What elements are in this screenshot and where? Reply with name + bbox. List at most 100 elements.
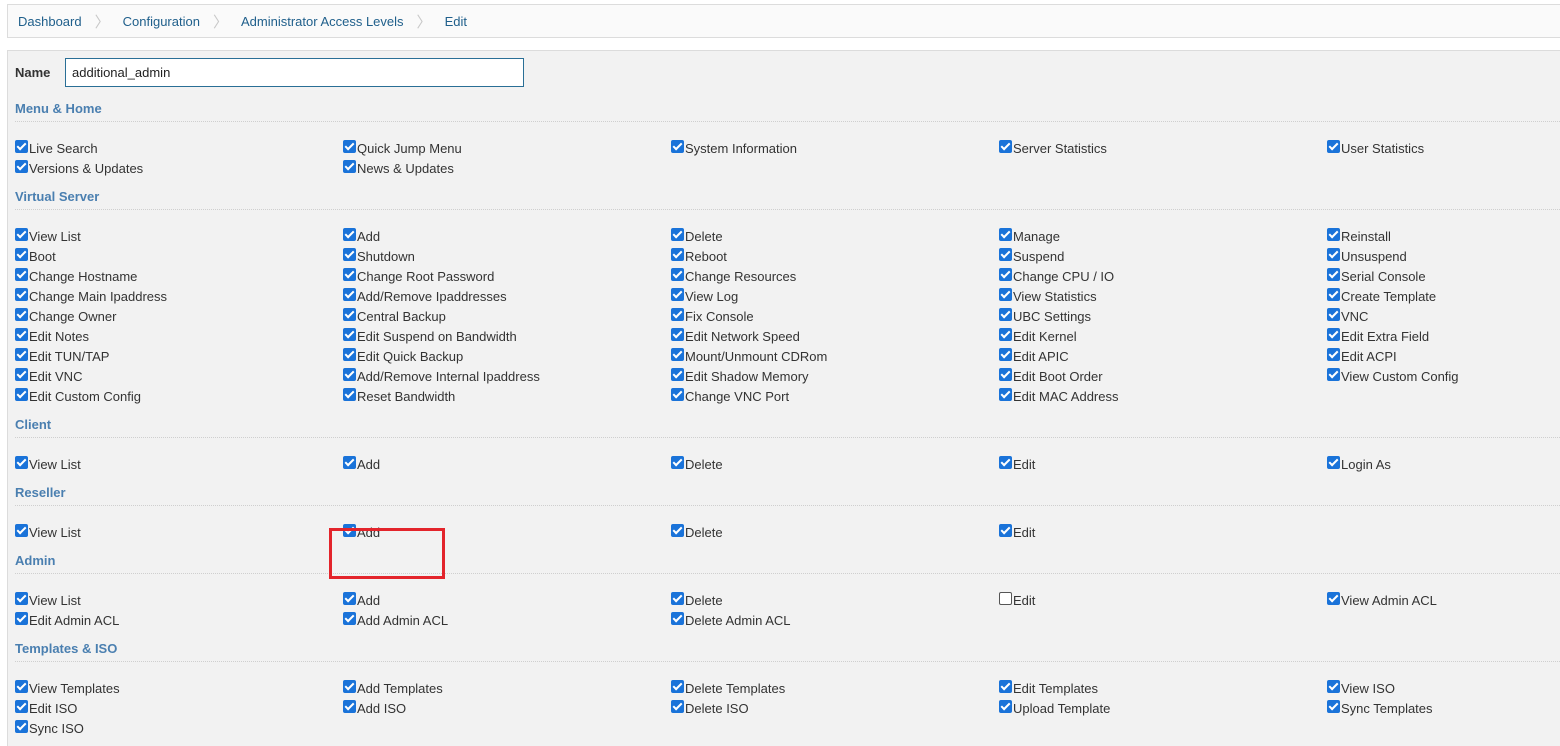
checkbox[interactable] (999, 367, 1012, 381)
permission-virtual-server-delete[interactable]: Delete (671, 226, 723, 246)
permission-virtual-server-edit-vnc[interactable]: Edit VNC (15, 366, 82, 386)
permission-admin-add-admin-acl[interactable]: Add Admin ACL (343, 610, 448, 630)
permission-virtual-server-fix-console[interactable]: Fix Console (671, 306, 754, 326)
permission-admin-edit-admin-acl[interactable]: Edit Admin ACL (15, 610, 119, 630)
permission-reseller-view-list[interactable]: View List (15, 522, 81, 542)
permission-virtual-server-ubc-settings[interactable]: UBC Settings (999, 306, 1091, 326)
permission-templates-and-iso-edit-templates[interactable]: Edit Templates (999, 678, 1098, 698)
breadcrumb-dashboard[interactable]: Dashboard (18, 14, 82, 29)
checkbox[interactable] (343, 699, 356, 713)
permission-virtual-server-change-vnc-port[interactable]: Change VNC Port (671, 386, 789, 406)
permission-virtual-server-suspend[interactable]: Suspend (999, 246, 1064, 266)
permission-virtual-server-edit-quick-backup[interactable]: Edit Quick Backup (343, 346, 463, 366)
permission-admin-delete[interactable]: Delete (671, 590, 723, 610)
checkbox[interactable] (343, 347, 356, 361)
permission-virtual-server-central-backup[interactable]: Central Backup (343, 306, 446, 326)
permission-templates-and-iso-delete-templates[interactable]: Delete Templates (671, 678, 785, 698)
checkbox[interactable] (15, 287, 28, 301)
checkbox[interactable] (1327, 347, 1340, 361)
checkbox[interactable] (671, 287, 684, 301)
checkbox[interactable] (999, 267, 1012, 281)
permission-virtual-server-shutdown[interactable]: Shutdown (343, 246, 415, 266)
permission-menu-and-home-versions-and-updates[interactable]: Versions & Updates (15, 158, 143, 178)
checkbox[interactable] (671, 455, 684, 469)
permission-virtual-server-vnc[interactable]: VNC (1327, 306, 1368, 326)
checkbox[interactable] (1327, 327, 1340, 341)
checkbox[interactable] (15, 591, 28, 605)
permission-virtual-server-edit-extra-field[interactable]: Edit Extra Field (1327, 326, 1429, 346)
permission-virtual-server-edit-tun-tap[interactable]: Edit TUN/TAP (15, 346, 109, 366)
checkbox[interactable] (671, 523, 684, 537)
checkbox[interactable] (15, 367, 28, 381)
permission-client-edit[interactable]: Edit (999, 454, 1035, 474)
checkbox[interactable] (343, 523, 356, 537)
checkbox[interactable] (999, 287, 1012, 301)
permission-admin-edit[interactable]: Edit (999, 590, 1035, 610)
checkbox[interactable] (15, 139, 28, 153)
permission-virtual-server-serial-console[interactable]: Serial Console (1327, 266, 1426, 286)
permission-virtual-server-edit-shadow-memory[interactable]: Edit Shadow Memory (671, 366, 809, 386)
checkbox[interactable] (1327, 267, 1340, 281)
checkbox[interactable] (999, 327, 1012, 341)
checkbox[interactable] (1327, 287, 1340, 301)
permission-templates-and-iso-add-iso[interactable]: Add ISO (343, 698, 406, 718)
checkbox[interactable] (343, 247, 356, 261)
checkbox[interactable] (15, 523, 28, 537)
checkbox[interactable] (343, 307, 356, 321)
permission-virtual-server-view-list[interactable]: View List (15, 226, 81, 246)
permission-virtual-server-edit-suspend-on-bandwidth[interactable]: Edit Suspend on Bandwidth (343, 326, 517, 346)
checkbox[interactable] (1327, 247, 1340, 261)
permission-templates-and-iso-view-templates[interactable]: View Templates (15, 678, 120, 698)
checkbox[interactable] (1327, 455, 1340, 469)
permission-admin-delete-admin-acl[interactable]: Delete Admin ACL (671, 610, 791, 630)
checkbox[interactable] (1327, 307, 1340, 321)
permission-templates-and-iso-edit-iso[interactable]: Edit ISO (15, 698, 77, 718)
permission-virtual-server-change-hostname[interactable]: Change Hostname (15, 266, 137, 286)
checkbox[interactable] (15, 247, 28, 261)
checkbox[interactable] (999, 139, 1012, 153)
checkbox[interactable] (671, 139, 684, 153)
permission-client-view-list[interactable]: View List (15, 454, 81, 474)
permission-virtual-server-edit-mac-address[interactable]: Edit MAC Address (999, 386, 1119, 406)
permission-virtual-server-create-template[interactable]: Create Template (1327, 286, 1436, 306)
permission-menu-and-home-user-statistics[interactable]: User Statistics (1327, 138, 1424, 158)
checkbox[interactable] (343, 327, 356, 341)
permission-virtual-server-edit-acpi[interactable]: Edit ACPI (1327, 346, 1397, 366)
checkbox[interactable] (999, 247, 1012, 261)
permission-virtual-server-unsuspend[interactable]: Unsuspend (1327, 246, 1407, 266)
checkbox[interactable] (15, 699, 28, 713)
checkbox[interactable] (343, 611, 356, 625)
permission-virtual-server-edit-boot-order[interactable]: Edit Boot Order (999, 366, 1103, 386)
checkbox[interactable] (1327, 227, 1340, 241)
checkbox[interactable] (343, 367, 356, 381)
checkbox[interactable] (343, 159, 356, 173)
permission-client-login-as[interactable]: Login As (1327, 454, 1391, 474)
permission-virtual-server-edit-kernel[interactable]: Edit Kernel (999, 326, 1077, 346)
permission-virtual-server-change-root-password[interactable]: Change Root Password (343, 266, 494, 286)
name-input[interactable] (65, 58, 524, 87)
checkbox[interactable] (1327, 139, 1340, 153)
checkbox[interactable] (671, 679, 684, 693)
checkbox[interactable] (15, 719, 28, 733)
permission-reseller-delete[interactable]: Delete (671, 522, 723, 542)
permission-admin-add[interactable]: Add (343, 590, 380, 610)
checkbox[interactable] (999, 591, 1012, 605)
permission-client-add[interactable]: Add (343, 454, 380, 474)
checkbox[interactable] (999, 387, 1012, 401)
checkbox[interactable] (671, 247, 684, 261)
permission-menu-and-home-live-search[interactable]: Live Search (15, 138, 98, 158)
checkbox[interactable] (671, 227, 684, 241)
permission-templates-and-iso-sync-iso[interactable]: Sync ISO (15, 718, 84, 738)
checkbox[interactable] (671, 611, 684, 625)
checkbox[interactable] (15, 159, 28, 173)
permission-templates-and-iso-sync-templates[interactable]: Sync Templates (1327, 698, 1433, 718)
permission-virtual-server-add-remove-internal-ipaddress[interactable]: Add/Remove Internal Ipaddress (343, 366, 540, 386)
checkbox[interactable] (671, 387, 684, 401)
permission-templates-and-iso-upload-template[interactable]: Upload Template (999, 698, 1110, 718)
checkbox[interactable] (671, 367, 684, 381)
checkbox[interactable] (343, 267, 356, 281)
checkbox[interactable] (15, 327, 28, 341)
permission-virtual-server-boot[interactable]: Boot (15, 246, 56, 266)
permission-client-delete[interactable]: Delete (671, 454, 723, 474)
permission-virtual-server-manage[interactable]: Manage (999, 226, 1060, 246)
